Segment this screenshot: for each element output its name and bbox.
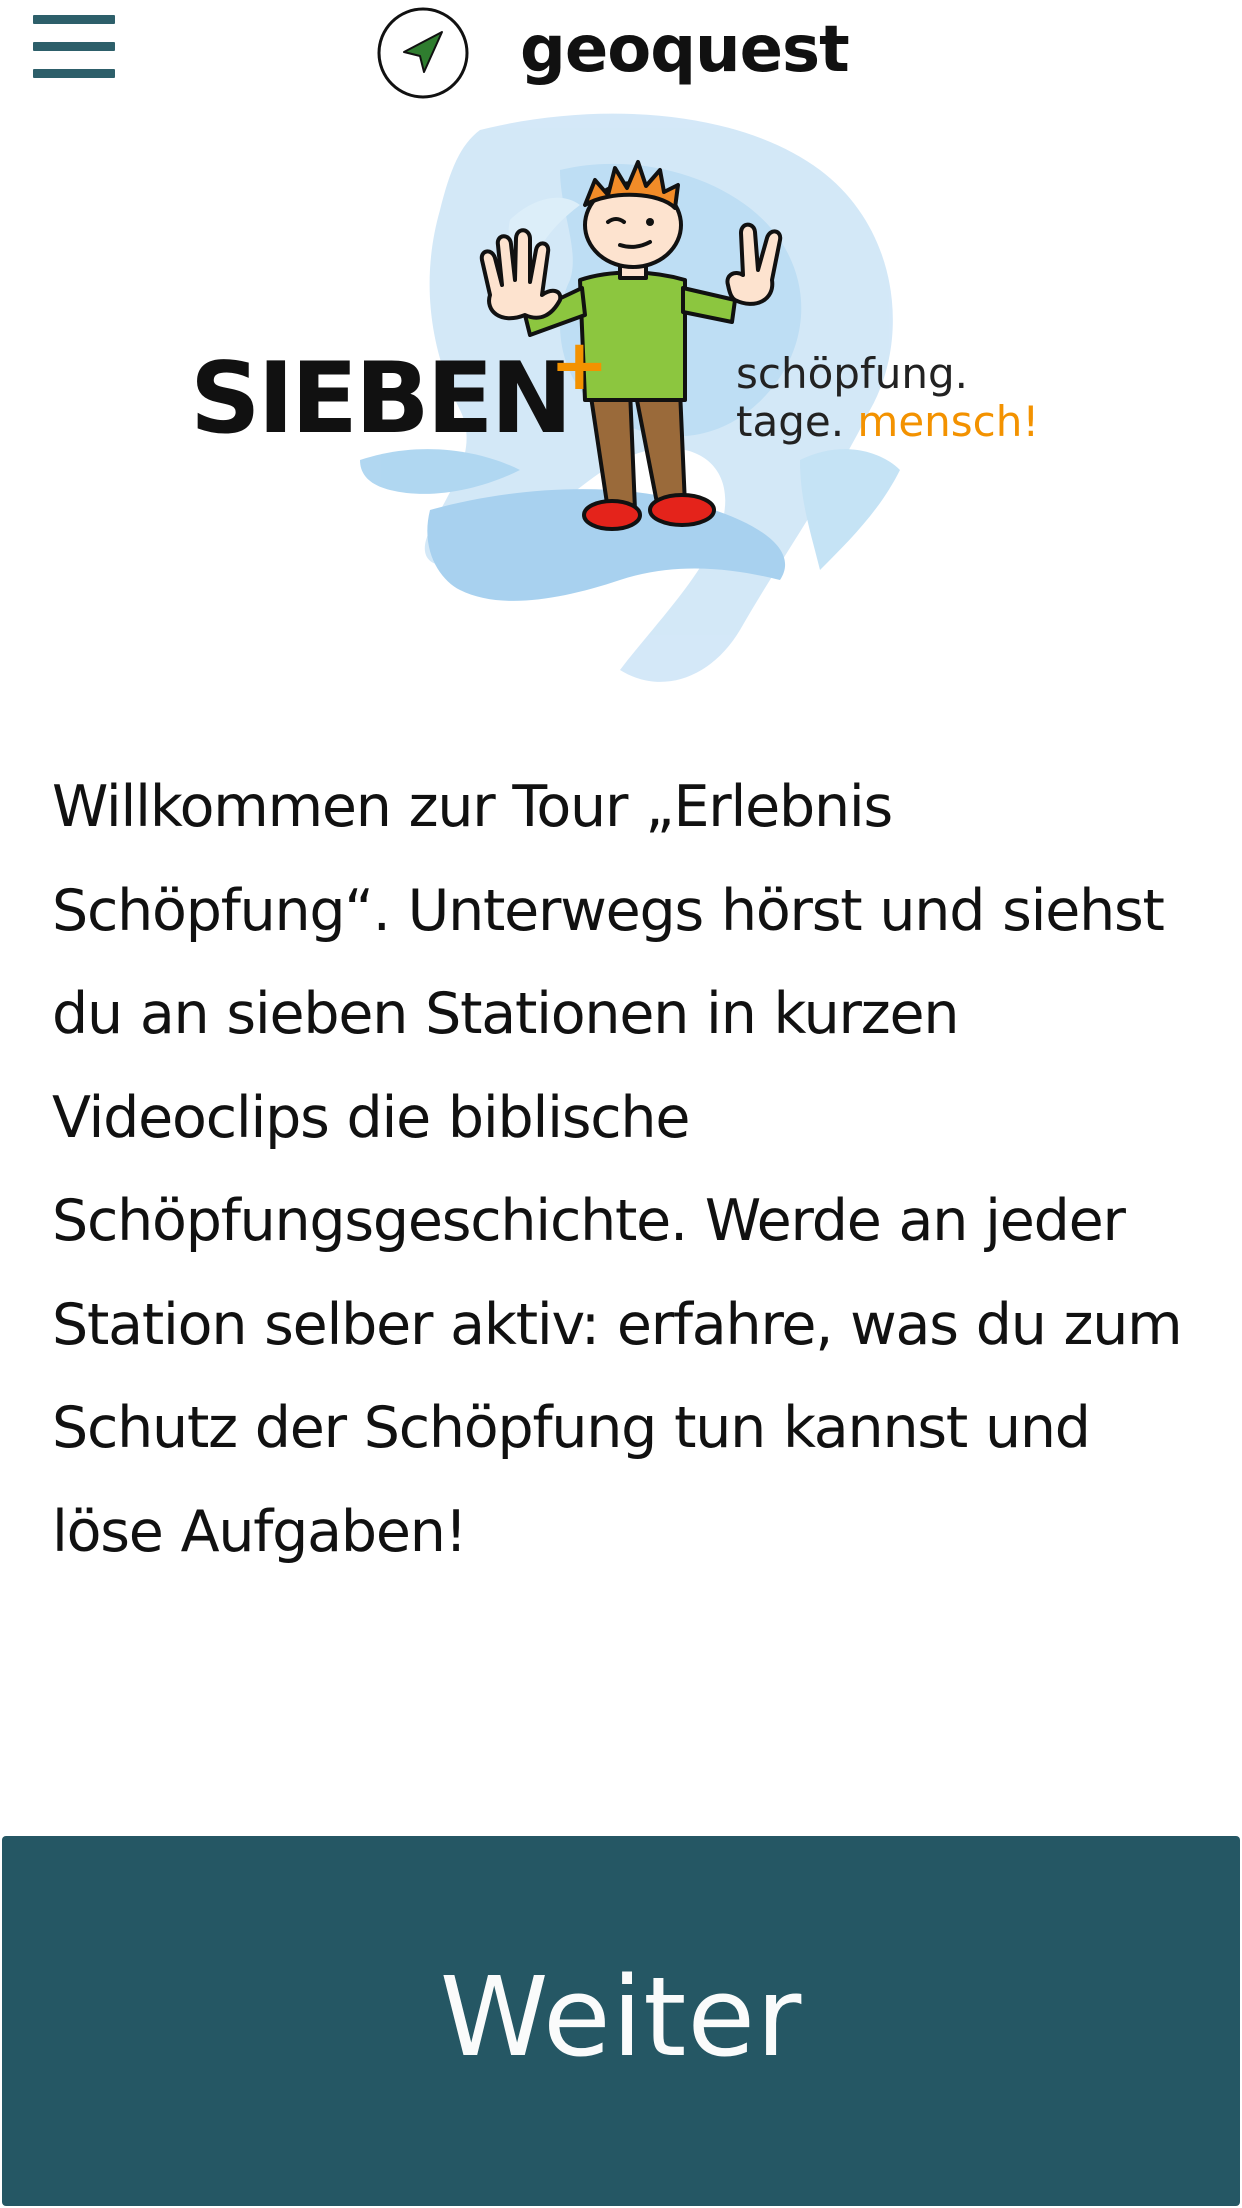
- navigation-arrow-icon: [377, 7, 469, 99]
- app-name: geoquest: [520, 13, 850, 87]
- intro-text: Willkommen zur Tour „Erlebnis Schöpfung“…: [52, 774, 1183, 1565]
- menu-bar: [33, 69, 115, 78]
- app-header: geoquest: [0, 0, 1242, 110]
- tagline-mensch: mensch!: [857, 397, 1040, 446]
- continue-button-label: Weiter: [439, 1953, 803, 2081]
- logo-wordmark: SIEBEN: [190, 342, 573, 456]
- hamburger-menu-icon[interactable]: [30, 12, 120, 92]
- logo-tagline: schöpfung. tage. mensch!: [736, 350, 1039, 446]
- tagline-line-2: tage. mensch!: [736, 398, 1039, 446]
- welcome-screen: geoquest SIEBEN + schöpfung. tage. mensc…: [0, 0, 1242, 2208]
- menu-bar: [33, 15, 115, 24]
- menu-bar: [33, 42, 115, 51]
- logo-plus-sign: +: [550, 324, 609, 406]
- sieben-logo: SIEBEN + schöpfung. tage. mensch!: [180, 110, 1060, 700]
- continue-button[interactable]: Weiter: [2, 1836, 1240, 2206]
- app-brand: geoquest: [376, 5, 850, 101]
- tagline-line-1: schöpfung.: [736, 349, 968, 398]
- tagline-tage: tage.: [736, 397, 845, 446]
